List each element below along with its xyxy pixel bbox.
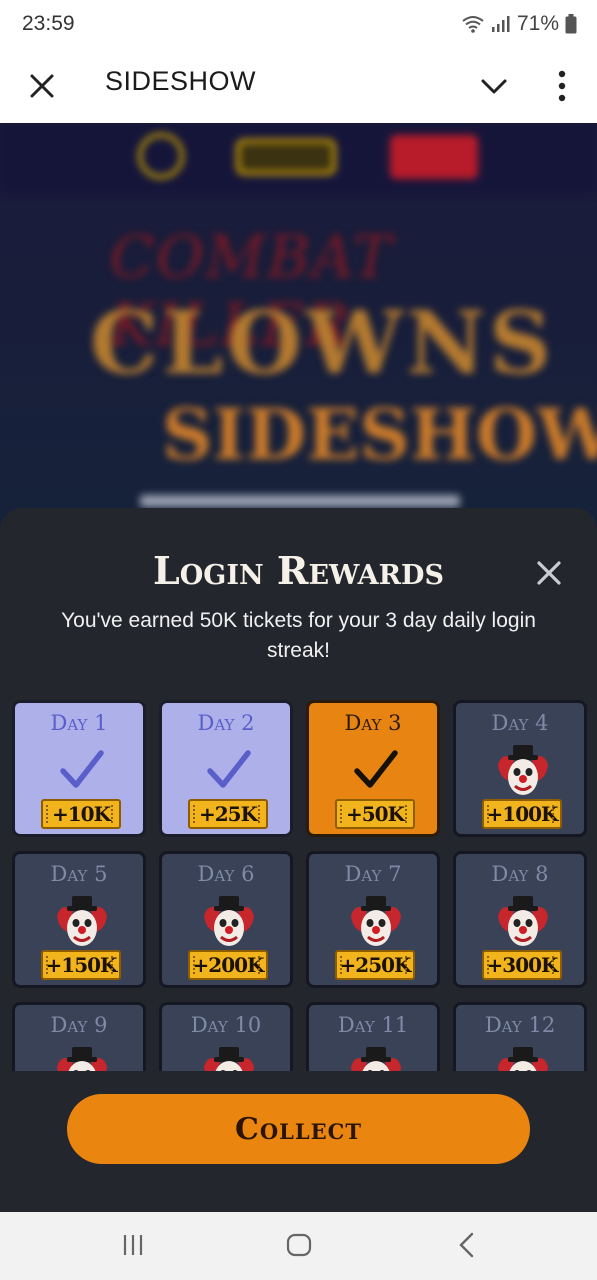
login-rewards-modal: Login Rewards You've earned 50K tickets … [0, 508, 597, 1212]
day-label: Day 6 [197, 862, 255, 886]
clown-icon [57, 896, 107, 946]
reward-ticket: +300K [482, 950, 562, 980]
day-label: Day 8 [491, 862, 549, 886]
wifi-icon [462, 16, 484, 33]
clown-icon [351, 1047, 401, 1071]
browser-header: SIDESHOW [0, 50, 597, 123]
reward-day-card: Day 4 +100K [453, 700, 587, 837]
page-title: SIDESHOW [105, 66, 257, 96]
status-icons: 71% [461, 12, 577, 36]
reward-day-card: Day 3 +50K [306, 700, 440, 837]
play-circle-icon [138, 133, 184, 179]
clown-icon [498, 896, 548, 946]
clown-icon [57, 1047, 107, 1071]
checkmark-icon [207, 750, 251, 788]
reward-day-card: Day 7 +250K [306, 851, 440, 988]
reward-ticket: +10K [41, 799, 121, 829]
clown-icon [204, 896, 254, 946]
reward-ticket: +25K [188, 799, 268, 829]
reward-day-card: Day 2 +25K [159, 700, 293, 837]
reward-day-card: Day 1 +10K [12, 700, 146, 837]
reward-day-card: Day 12 [453, 1002, 587, 1071]
day-label: Day 9 [50, 1013, 108, 1037]
clown-icon [204, 1047, 254, 1071]
reward-day-card: Day 9 [12, 1002, 146, 1071]
ticket-counter [236, 139, 336, 175]
reward-day-card: Day 5 +150K [12, 851, 146, 988]
back-icon[interactable] [456, 1232, 478, 1258]
reward-day-card: Day 11 [306, 1002, 440, 1071]
modal-message: You've earned 50K tickets for your 3 day… [61, 609, 536, 662]
rewards-grid: Day 1 +10K Day 2 +25K Day 3 +50K Day 4 +100K Day… [12, 700, 587, 1071]
clown-icon [498, 745, 548, 795]
close-icon[interactable] [26, 70, 58, 102]
home-icon[interactable] [286, 1232, 312, 1258]
reward-day-card: Day 8 +300K [453, 851, 587, 988]
battery-icon [565, 14, 577, 34]
day-label: Day 1 [50, 711, 108, 735]
day-label: Day 11 [337, 1013, 409, 1037]
system-nav-bar [0, 1212, 597, 1280]
day-label: Day 3 [344, 711, 402, 735]
reward-day-card: Day 10 [159, 1002, 293, 1071]
reward-ticket: +100K [482, 799, 562, 829]
reward-day-card: Day 6 +200K [159, 851, 293, 988]
checkmark-icon [354, 750, 398, 788]
battery-percent: 71% [516, 12, 559, 35]
clown-icon [351, 896, 401, 946]
collect-button[interactable]: Collect [67, 1094, 530, 1164]
status-bar: 23:59 71% [0, 0, 597, 50]
close-icon[interactable] [534, 558, 564, 588]
chevron-down-icon[interactable] [478, 70, 510, 102]
reward-ticket: +50K [335, 799, 415, 829]
modal-title: Login Rewards [153, 548, 444, 593]
promo-badge [390, 135, 478, 179]
day-label: Day 5 [50, 862, 108, 886]
day-label: Day 2 [197, 711, 255, 735]
game-subtitle-bar [140, 495, 460, 507]
checkmark-icon [60, 750, 104, 788]
status-time: 23:59 [22, 12, 75, 35]
more-vert-icon[interactable] [550, 68, 574, 104]
game-logo-line2: CLOWNS [90, 293, 556, 394]
reward-ticket: +150K [41, 950, 121, 980]
day-label: Day 7 [344, 862, 402, 886]
signal-icon [491, 16, 510, 32]
clown-icon [498, 1047, 548, 1071]
rewards-grid-viewport[interactable]: Day 1 +10K Day 2 +25K Day 3 +50K Day 4 +100K Day… [0, 698, 597, 1071]
day-label: Day 10 [190, 1013, 262, 1037]
reward-ticket: +250K [335, 950, 415, 980]
day-label: Day 4 [491, 711, 549, 735]
reward-ticket: +200K [188, 950, 268, 980]
game-logo-line3: SIDESHOW [162, 393, 597, 476]
day-label: Day 12 [484, 1013, 556, 1037]
recent-apps-icon[interactable] [120, 1232, 146, 1258]
